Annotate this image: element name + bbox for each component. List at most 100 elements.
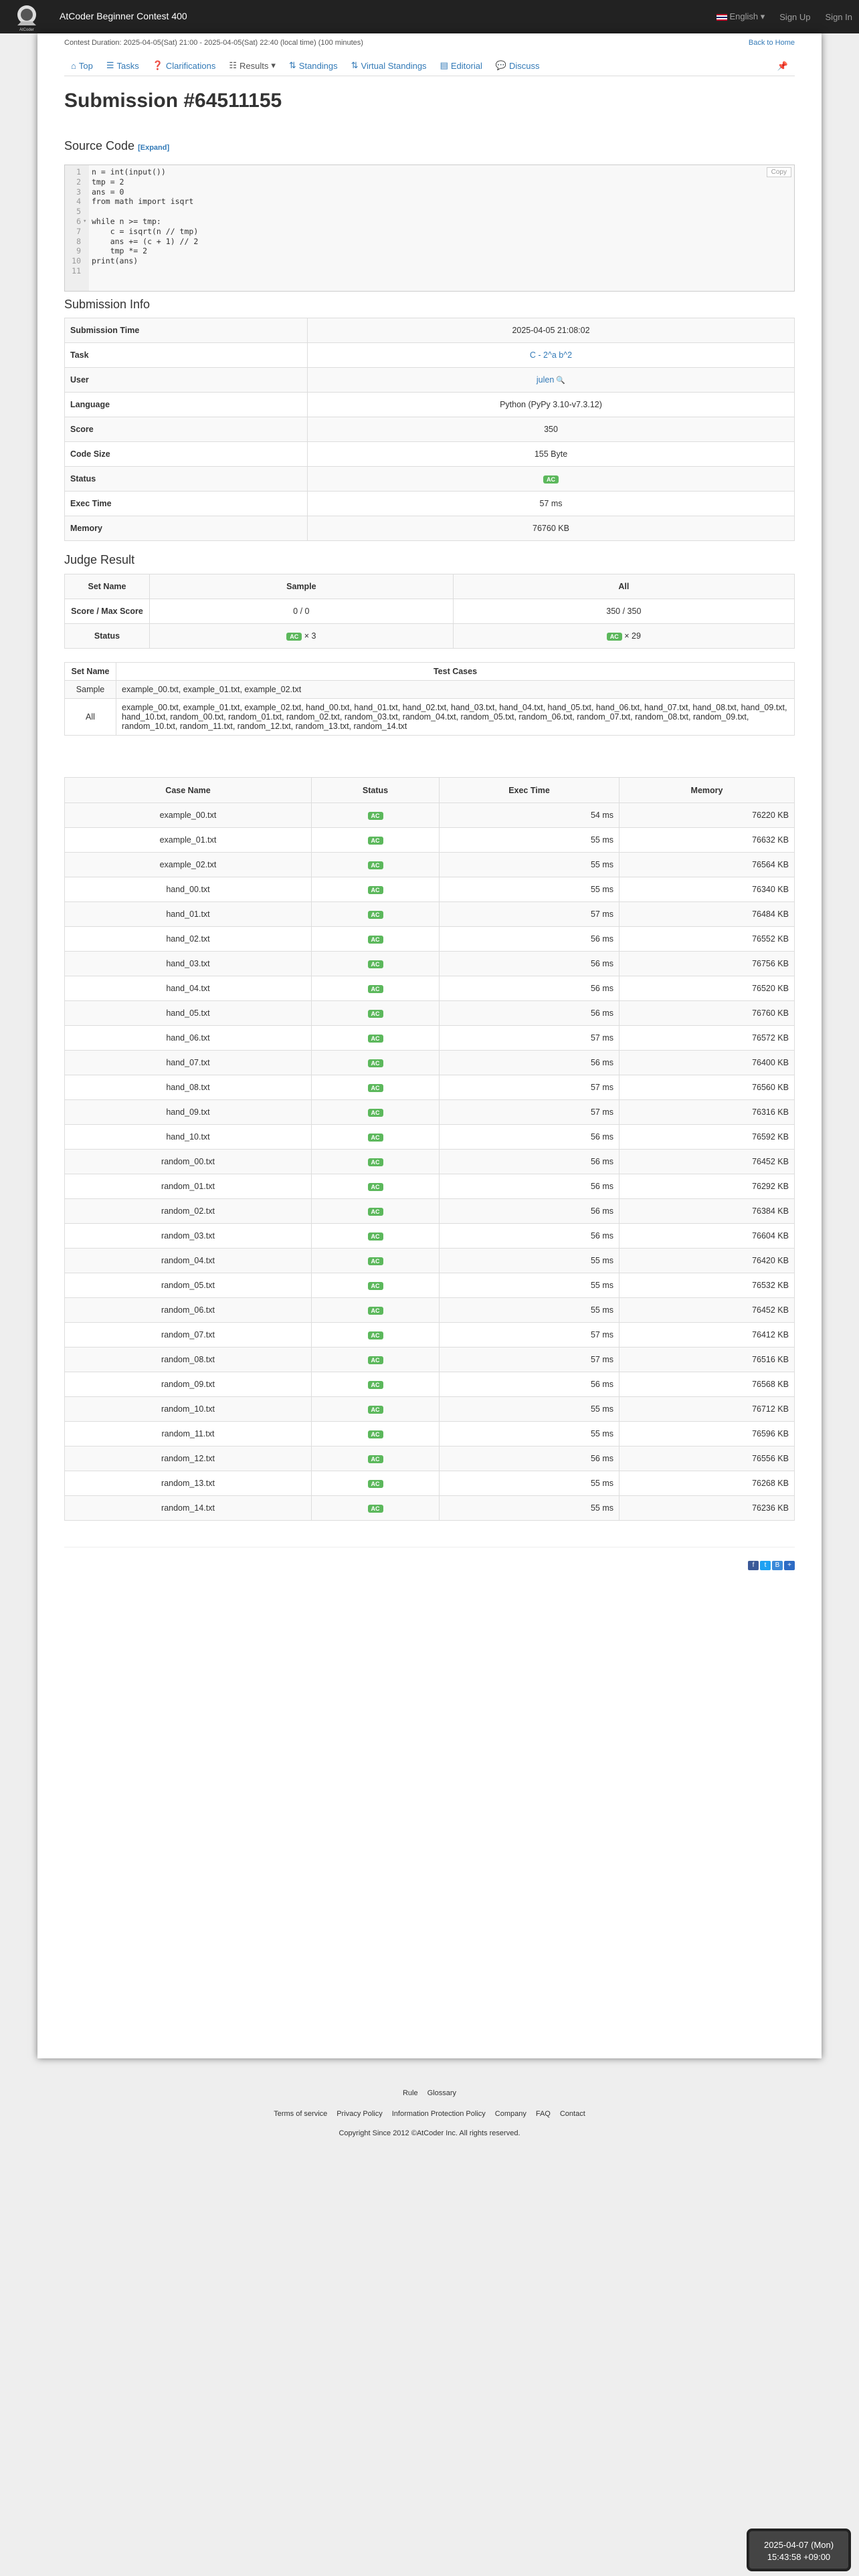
case-exec-time: 57 ms	[439, 1322, 619, 1348]
expand-button[interactable]: [Expand]	[138, 144, 169, 152]
info-row: Submission Time 2025-04-05 21:08:02	[64, 318, 795, 343]
test-sets-table: Set Name Test Cases Sample example_00.tx…	[64, 662, 795, 736]
line-number: 11	[72, 266, 81, 276]
case-status: AC	[311, 1000, 440, 1026]
tab-tasks[interactable]: ☰ Tasks	[100, 56, 146, 76]
code-text: print(ans)	[92, 256, 138, 266]
footer-rule-link[interactable]: Rule	[403, 2089, 418, 2097]
case-row: hand_10.txt AC 56 ms 76592 KB	[64, 1124, 795, 1150]
case-exec-time: 57 ms	[439, 901, 619, 927]
case-row: hand_02.txt AC 56 ms 76552 KB	[64, 926, 795, 952]
case-name: hand_08.txt	[64, 1075, 312, 1100]
tab-virtual-standings[interactable]: ⇅ Virtual Standings	[345, 56, 434, 76]
info-row: Language Python (PyPy 3.10-v7.3.12)	[64, 392, 795, 417]
sign-up-link[interactable]: Sign Up	[779, 12, 810, 22]
language-dropdown[interactable]: English ▾	[717, 11, 765, 22]
ac-badge: AC	[367, 861, 383, 869]
case-name-header: Case Name	[64, 777, 312, 803]
tab-standings[interactable]: ⇅ Standings	[282, 56, 345, 76]
case-row: random_02.txt AC 56 ms 76384 KB	[64, 1198, 795, 1224]
case-status: AC	[311, 1050, 440, 1075]
case-status: AC	[311, 1273, 440, 1298]
case-status: AC	[311, 852, 440, 877]
case-name: random_13.txt	[64, 1471, 312, 1496]
case-row: hand_06.txt AC 57 ms 76572 KB	[64, 1025, 795, 1051]
ac-badge: AC	[543, 475, 559, 484]
home-icon: ⌂	[71, 60, 76, 71]
footer-company-link[interactable]: Company	[495, 2110, 527, 2118]
sample-header: Sample	[149, 574, 454, 599]
case-name: example_00.txt	[64, 802, 312, 828]
ac-badge: AC	[367, 885, 383, 894]
info-label: Memory	[64, 516, 308, 541]
case-status: AC	[311, 1495, 440, 1521]
case-exec-time: 55 ms	[439, 827, 619, 853]
case-exec-time: 56 ms	[439, 976, 619, 1001]
search-icon[interactable]: 🔍	[554, 377, 565, 385]
case-exec-time: 56 ms	[439, 1000, 619, 1026]
case-name: hand_03.txt	[64, 951, 312, 976]
ac-badge: AC	[367, 1207, 383, 1216]
info-value-text: 57 ms	[539, 499, 563, 508]
hatena-icon[interactable]: B	[772, 1561, 783, 1570]
case-memory: 76532 KB	[619, 1273, 795, 1298]
case-name: example_01.txt	[64, 827, 312, 853]
case-status: AC	[311, 1149, 440, 1174]
ac-badge: AC	[367, 811, 383, 820]
footer-glossary-link[interactable]: Glossary	[427, 2089, 456, 2097]
info-row: Score 350	[64, 417, 795, 442]
status-sample: AC × 3	[149, 623, 454, 649]
pin-icon[interactable]: 📌	[777, 61, 788, 72]
facebook-icon[interactable]: f	[748, 1561, 759, 1570]
copy-button[interactable]: Copy	[766, 167, 791, 177]
judge-result-table: Set Name Sample All Score / Max Score 0 …	[64, 574, 795, 649]
footer-contact-link[interactable]: Contact	[560, 2110, 585, 2118]
ac-badge: AC	[367, 1108, 383, 1117]
tab-editorial[interactable]: ▤ Editorial	[434, 56, 489, 76]
case-exec-time: 56 ms	[439, 951, 619, 976]
case-status: AC	[311, 1124, 440, 1150]
case-memory: 76572 KB	[619, 1025, 795, 1051]
ac-badge: AC	[367, 1009, 383, 1018]
score-sample: 0 / 0	[149, 599, 454, 624]
fold-icon[interactable]: ▾	[83, 217, 86, 227]
case-memory: 76756 KB	[619, 951, 795, 976]
info-value: 155 Byte	[307, 441, 795, 467]
atcoder-logo[interactable]: AtCoder	[5, 1, 48, 32]
case-exec-time: 55 ms	[439, 1273, 619, 1298]
code-text: n = int(input())	[92, 167, 166, 177]
tab-clarifications[interactable]: ❓ Clarifications	[146, 56, 223, 76]
case-memory: 76760 KB	[619, 1000, 795, 1026]
score-all: 350 / 350	[452, 599, 795, 624]
case-exec-time: 56 ms	[439, 1050, 619, 1075]
contest-name-link[interactable]: AtCoder Beginner Contest 400	[60, 11, 187, 21]
tab-results[interactable]: ☷ Results ▾	[222, 56, 282, 76]
user-link[interactable]: julen	[537, 375, 554, 385]
case-row: random_12.txt AC 56 ms 76556 KB	[64, 1446, 795, 1471]
case-name: random_07.txt	[64, 1322, 312, 1348]
case-name: hand_04.txt	[64, 976, 312, 1001]
twitter-icon[interactable]: t	[760, 1561, 771, 1570]
case-name: random_14.txt	[64, 1495, 312, 1521]
case-exec-time: 55 ms	[439, 1421, 619, 1446]
comment-icon: 💬	[495, 60, 507, 70]
footer-terms-link[interactable]: Terms of service	[274, 2110, 327, 2118]
status-all: AC × 29	[452, 623, 795, 649]
tab-discuss[interactable]: 💬 Discuss	[489, 56, 547, 76]
sign-in-link[interactable]: Sign In	[826, 12, 852, 22]
footer-info-protection-link[interactable]: Information Protection Policy	[392, 2110, 486, 2118]
tab-top[interactable]: ⌂ Top	[64, 56, 100, 76]
case-name: example_02.txt	[64, 852, 312, 877]
status-label: Status	[64, 623, 150, 649]
case-exec-time: 57 ms	[439, 1075, 619, 1100]
share-plus-icon[interactable]: +	[784, 1561, 795, 1570]
footer-faq-link[interactable]: FAQ	[536, 2110, 551, 2118]
line-number: 6	[76, 217, 81, 226]
task-link[interactable]: C - 2^a b^2	[530, 350, 572, 360]
main-container: Contest Duration: 2025-04-05(Sat) 21:00 …	[37, 33, 822, 2058]
footer-privacy-link[interactable]: Privacy Policy	[337, 2110, 382, 2118]
flag-icon	[717, 13, 728, 21]
back-to-home-link[interactable]: Back to Home	[749, 39, 795, 47]
case-memory: 76292 KB	[619, 1174, 795, 1199]
case-exec-time: 55 ms	[439, 1248, 619, 1273]
